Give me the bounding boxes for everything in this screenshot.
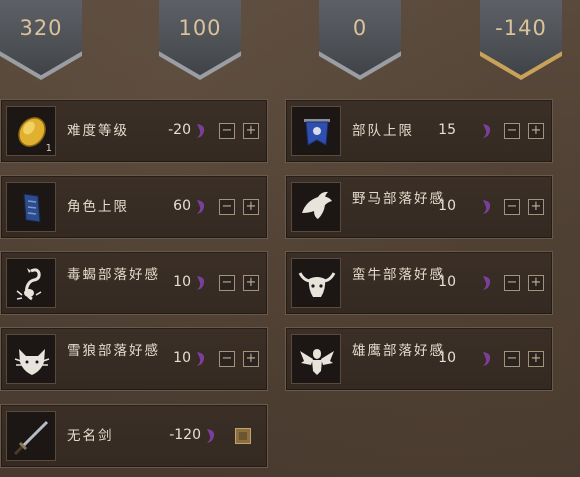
item-slot — [291, 106, 341, 156]
increase-button[interactable]: + — [243, 351, 259, 367]
card-cost: -20 — [168, 122, 191, 138]
bull-head-icon — [298, 272, 336, 297]
stat-value: -140 — [495, 16, 547, 40]
stat-banner-2: 100 — [159, 0, 241, 80]
decrease-button[interactable]: − — [504, 123, 520, 139]
card-cost: 10 — [438, 198, 456, 214]
card-role-cap: 角色上限 60 − + — [0, 175, 268, 239]
decrease-button[interactable]: − — [219, 123, 235, 139]
card-cost: 10 — [438, 350, 456, 366]
increase-button[interactable]: + — [528, 123, 544, 139]
increase-button[interactable]: + — [528, 199, 544, 215]
currency-swirl-icon — [207, 429, 215, 443]
stat-value: 100 — [178, 16, 222, 40]
increase-button[interactable]: + — [243, 275, 259, 291]
card-cost: 10 — [438, 274, 456, 290]
item-slot — [291, 182, 341, 232]
card-wild-horse: 野马部落好感 10 − + — [285, 175, 553, 239]
currency-swirl-icon — [197, 276, 205, 290]
currency-swirl-icon — [483, 124, 491, 138]
decrease-button[interactable]: − — [504, 199, 520, 215]
card-difficulty: 1 难度等级 -20 − + — [0, 99, 268, 163]
card-bull: 蛮牛部落好感 10 − + — [285, 251, 553, 315]
blue-book-icon — [23, 193, 41, 223]
card-cost: 15 — [438, 122, 456, 138]
stat-banner-1: 320 — [0, 0, 82, 80]
item-slot — [6, 411, 56, 461]
item-count: 1 — [45, 143, 52, 154]
card-cost: 10 — [173, 274, 191, 290]
card-nameless-sword: 无名剑 -120 — [0, 404, 268, 468]
card-troop-cap: 部队上限 15 − + — [285, 99, 553, 163]
decrease-button[interactable]: − — [219, 199, 235, 215]
currency-swirl-icon — [483, 276, 491, 290]
sword-icon — [13, 420, 49, 456]
decrease-button[interactable]: − — [219, 275, 235, 291]
item-slot — [291, 258, 341, 308]
item-slot — [6, 334, 56, 384]
card-label: 角色上限 — [67, 199, 129, 215]
stat-value: 0 — [352, 16, 368, 40]
item-slot: 1 — [6, 106, 56, 156]
stat-banner-3: 0 — [319, 0, 401, 80]
currency-swirl-icon — [197, 200, 205, 214]
card-label: 难度等级 — [67, 123, 129, 139]
decrease-button[interactable]: − — [504, 275, 520, 291]
card-cost: -120 — [169, 427, 201, 443]
wolf-head-icon — [14, 349, 50, 375]
item-slot — [6, 182, 56, 232]
currency-swirl-icon — [197, 124, 205, 138]
currency-swirl-icon — [483, 200, 491, 214]
item-slot — [6, 258, 56, 308]
horse-head-icon — [302, 191, 332, 219]
increase-button[interactable]: + — [528, 351, 544, 367]
decrease-button[interactable]: − — [504, 351, 520, 367]
item-slot — [291, 334, 341, 384]
currency-swirl-icon — [197, 352, 205, 366]
card-eagle: 雄鹰部落好感 10 − + — [285, 327, 553, 391]
currency-swirl-icon — [483, 352, 491, 366]
card-label: 部队上限 — [352, 123, 414, 139]
increase-button[interactable]: + — [528, 275, 544, 291]
blue-banner-icon — [304, 119, 330, 146]
decrease-button[interactable]: − — [219, 351, 235, 367]
card-cost: 60 — [173, 198, 191, 214]
select-checkbox[interactable] — [235, 428, 251, 444]
card-label: 无名剑 — [67, 428, 114, 444]
increase-button[interactable]: + — [243, 199, 259, 215]
card-snow-wolf: 雪狼部落好感 10 − + — [0, 327, 268, 391]
increase-button[interactable]: + — [243, 123, 259, 139]
card-cost: 10 — [173, 350, 191, 366]
card-scorpion: 毒蝎部落好感 10 − + — [0, 251, 268, 315]
stat-value: 320 — [19, 16, 63, 40]
scorpion-icon — [16, 268, 42, 301]
stat-banner-4: -140 — [480, 0, 562, 80]
eagle-icon — [300, 349, 334, 375]
